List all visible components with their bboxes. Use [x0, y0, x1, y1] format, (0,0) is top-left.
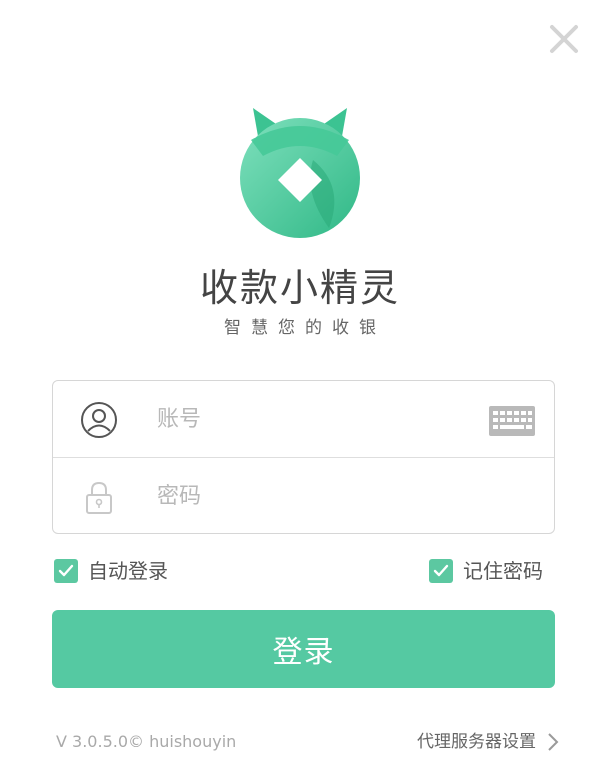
auto-login-checkbox[interactable]: 自动登录: [54, 557, 168, 585]
password-row: [53, 458, 554, 534]
login-button[interactable]: 登录: [52, 610, 555, 688]
password-input[interactable]: [157, 476, 467, 516]
proxy-settings-link[interactable]: 代理服务器设置: [417, 729, 560, 755]
chevron-right-icon: [548, 733, 559, 751]
checkbox-checked-icon: [54, 559, 78, 583]
app-slogan: 智慧您的收银: [224, 318, 386, 338]
user-icon: [81, 402, 117, 438]
login-form: [52, 380, 555, 534]
close-button[interactable]: [547, 22, 581, 56]
app-logo-icon: [240, 108, 360, 238]
close-icon: [550, 25, 578, 53]
version-text: V 3.0.5.0© huishouyin: [56, 732, 237, 751]
proxy-settings-label: 代理服务器设置: [417, 732, 536, 752]
auto-login-label: 自动登录: [88, 559, 168, 583]
app-title: 收款小精灵: [199, 266, 400, 310]
checkbox-checked-icon: [429, 559, 453, 583]
app-logo: [233, 100, 367, 240]
account-row: [53, 381, 554, 458]
lock-icon: [86, 481, 112, 514]
remember-password-checkbox[interactable]: 记住密码: [429, 557, 543, 585]
keyboard-icon[interactable]: [489, 406, 535, 436]
remember-password-label: 记住密码: [463, 559, 543, 583]
account-input[interactable]: [157, 399, 467, 439]
